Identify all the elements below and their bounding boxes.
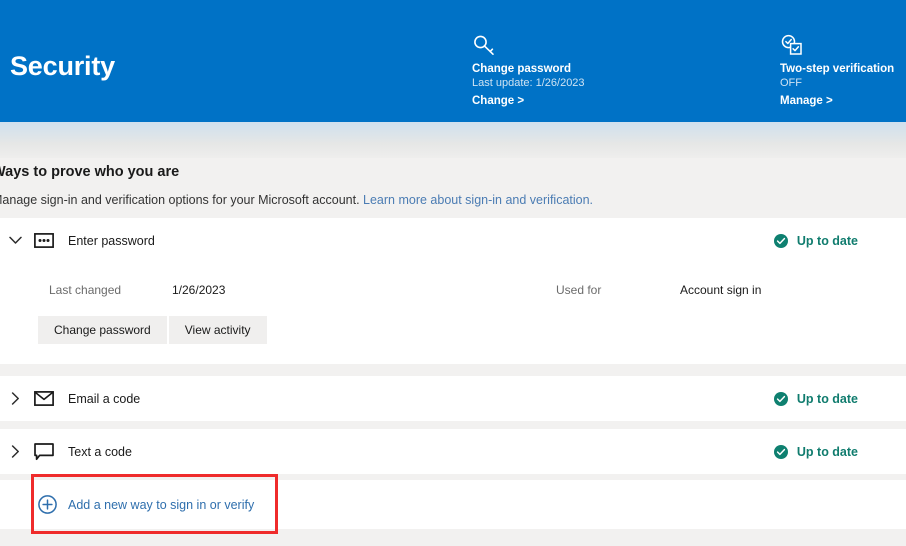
password-field-icon bbox=[30, 233, 58, 248]
method-row-enter-password[interactable]: Enter password Up to date bbox=[0, 218, 906, 263]
details-action-buttons: Change password View activity bbox=[38, 316, 267, 344]
detail-value-last-changed: 1/26/2023 bbox=[172, 283, 226, 297]
chevron-right-icon[interactable] bbox=[0, 392, 30, 405]
method-card-text-a-code: Text a code Up to date bbox=[0, 429, 906, 474]
chevron-down-icon[interactable] bbox=[0, 236, 30, 245]
manage-two-step-link[interactable]: Manage > bbox=[780, 93, 894, 109]
chevron-right-icon[interactable] bbox=[0, 445, 30, 458]
method-row-email-a-code[interactable]: Email a code Up to date bbox=[0, 376, 906, 421]
method-label: Enter password bbox=[68, 233, 155, 248]
status-text: Up to date bbox=[796, 233, 858, 248]
view-activity-button[interactable]: View activity bbox=[168, 316, 267, 344]
add-new-way-card: Add a new way to sign in or verify bbox=[0, 480, 906, 529]
change-password-button[interactable]: Change password bbox=[38, 316, 167, 344]
page-title: Security bbox=[10, 51, 115, 81]
tile-title: Change password bbox=[472, 63, 572, 75]
learn-more-link[interactable]: Learn more about sign-in and verificatio… bbox=[363, 193, 593, 207]
speech-bubble-icon bbox=[30, 442, 58, 461]
key-icon bbox=[472, 34, 498, 58]
add-new-way-row[interactable]: Add a new way to sign in or verify bbox=[0, 480, 906, 529]
detail-value-used-for: Account sign in bbox=[680, 283, 762, 297]
status-badge: Up to date bbox=[773, 218, 858, 263]
method-card-enter-password: Enter password Up to date Last changed 1… bbox=[0, 218, 906, 364]
detail-label-used-for: Used for bbox=[556, 283, 602, 297]
status-text: Up to date bbox=[796, 391, 858, 406]
header-gradient-strip bbox=[0, 122, 906, 162]
header-tile-two-step-verification[interactable]: Two-step verification OFF Manage > bbox=[780, 34, 894, 109]
plus-circle-icon bbox=[38, 495, 57, 514]
details-grid: Last changed 1/26/2023 Used for Account … bbox=[0, 282, 906, 302]
check-circle-icon bbox=[773, 391, 788, 406]
header-tile-change-password[interactable]: Change password Last update: 1/26/2023 C… bbox=[472, 34, 585, 109]
section-description: Manage sign-in and verification options … bbox=[0, 192, 906, 208]
detail-label-last-changed: Last changed bbox=[49, 283, 122, 297]
method-label: Text a code bbox=[68, 444, 132, 459]
tile-title: Two-step verification bbox=[780, 63, 895, 75]
status-badge: Up to date bbox=[773, 429, 858, 474]
section-title: Ways to prove who you are bbox=[0, 164, 180, 180]
check-circle-icon bbox=[773, 444, 788, 459]
section-header: Ways to prove who you are Manage sign-in… bbox=[0, 163, 906, 208]
method-details-enter-password: Last changed 1/26/2023 Used for Account … bbox=[0, 263, 906, 364]
tile-subtitle: Last update: 1/26/2023 bbox=[472, 77, 585, 89]
envelope-icon bbox=[30, 391, 58, 406]
method-row-text-a-code[interactable]: Text a code Up to date bbox=[0, 429, 906, 474]
change-password-link[interactable]: Change > bbox=[472, 93, 585, 109]
add-new-way-label[interactable]: Add a new way to sign in or verify bbox=[68, 497, 254, 513]
two-step-verification-icon bbox=[780, 34, 806, 58]
security-settings-page: Security Change password Last update: 1/… bbox=[0, 0, 906, 546]
tile-subtitle: OFF bbox=[780, 77, 802, 89]
method-card-email-a-code: Email a code Up to date bbox=[0, 376, 906, 421]
status-badge: Up to date bbox=[773, 376, 858, 421]
method-label: Email a code bbox=[68, 391, 141, 406]
status-text: Up to date bbox=[796, 444, 858, 459]
page-header: Security Change password Last update: 1/… bbox=[0, 0, 906, 122]
check-circle-icon bbox=[773, 233, 788, 248]
section-description-text: Manage sign-in and verification options … bbox=[0, 193, 364, 207]
